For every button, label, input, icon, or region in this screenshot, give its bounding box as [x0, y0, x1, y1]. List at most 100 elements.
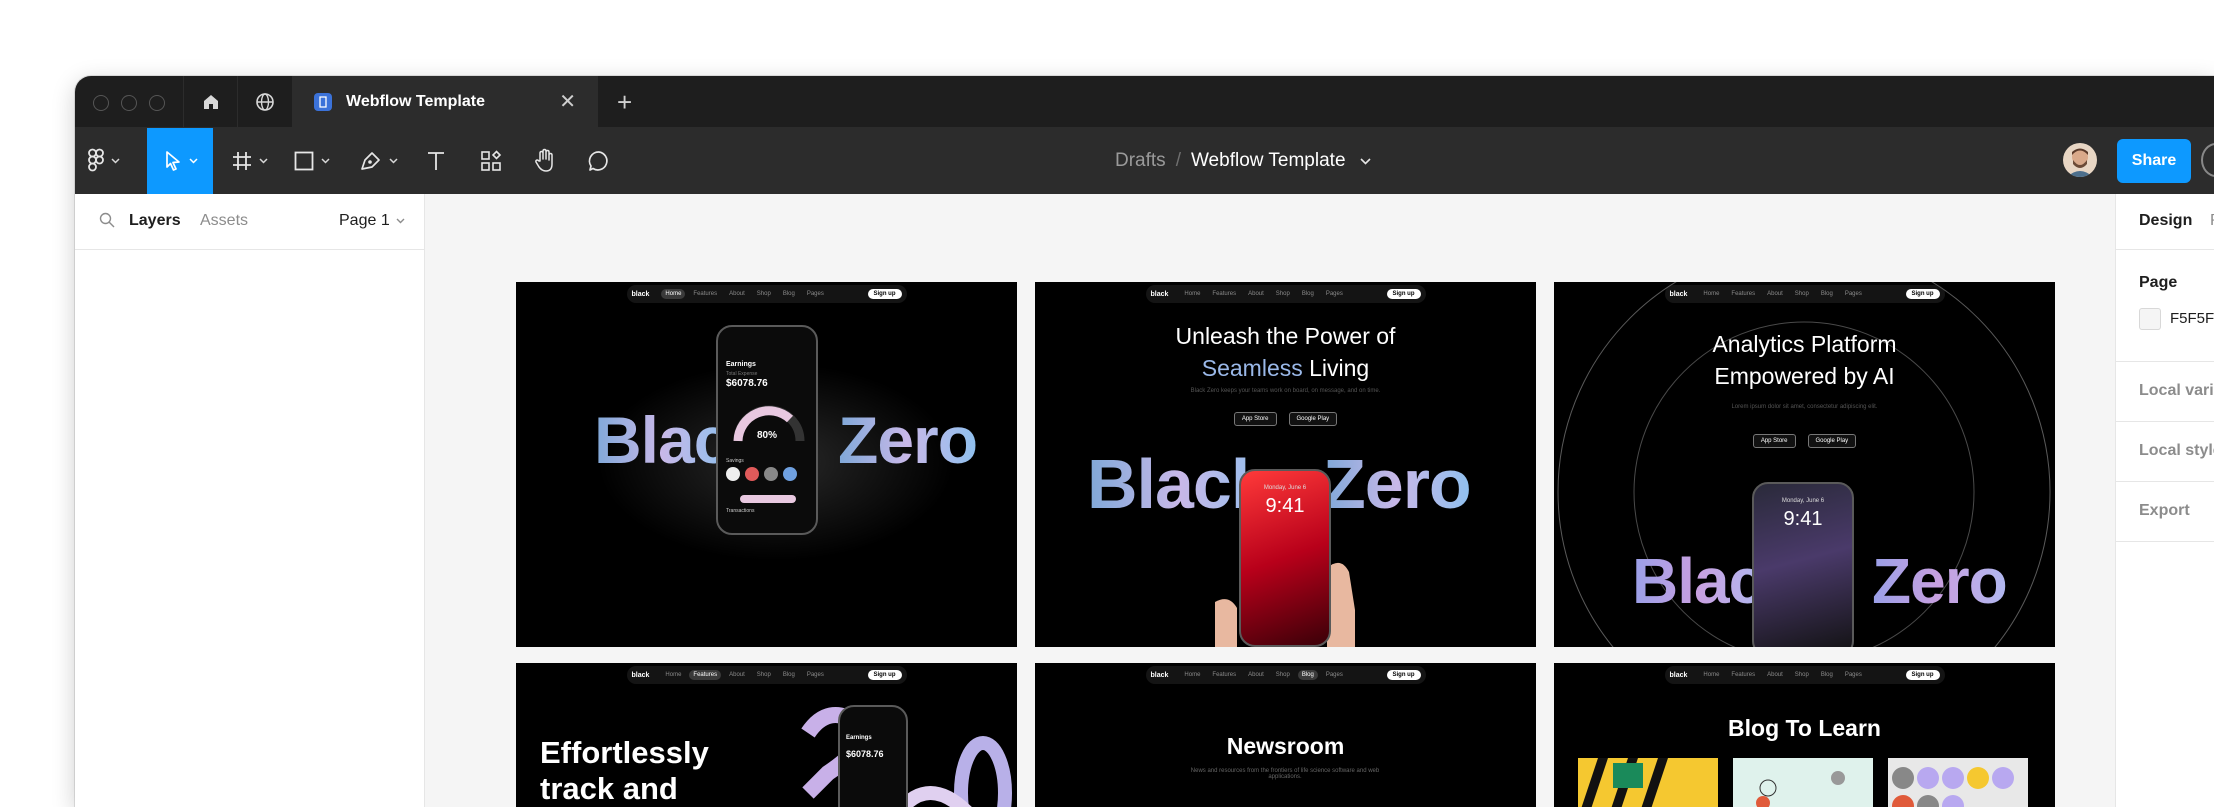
frame-nav-link: About	[729, 291, 745, 297]
tab-prototype[interactable]: P	[2210, 212, 2214, 230]
chevron-down-icon	[188, 158, 198, 164]
comment-tool-button[interactable]	[587, 128, 611, 194]
collaborator-avatar[interactable]	[2201, 143, 2214, 177]
maximize-window-button[interactable]	[149, 95, 165, 111]
close-window-button[interactable]	[93, 95, 109, 111]
brand-word-right: Zero	[838, 403, 978, 477]
tab-assets[interactable]: Assets	[200, 212, 248, 230]
google-play-badge: Google Play	[1807, 434, 1857, 448]
breadcrumb-file-name[interactable]: Webflow Template	[1191, 150, 1346, 172]
figma-window: Webflow Template ✕ + Drafts / Webflow Te…	[75, 76, 2214, 807]
frame-nav-logo: black	[1150, 671, 1169, 679]
brand-word-left: Blac	[1632, 545, 1764, 617]
globe-icon	[255, 93, 274, 111]
text-tool-button[interactable]	[425, 128, 447, 194]
canvas-frame-home-2[interactable]: black Home Features About Shop Blog Page…	[1035, 282, 1536, 647]
new-tab-button[interactable]: +	[617, 89, 632, 115]
chevron-down-icon	[321, 158, 330, 164]
blog-thumbnails	[1578, 758, 2028, 807]
features-headline: Effortlessly track and	[540, 735, 709, 807]
frame-nav-link: Home	[665, 672, 682, 678]
phone-mockup: Monday, June 6 9:41	[1752, 482, 1854, 647]
lock-time: 9:41	[1783, 508, 1823, 530]
local-styles-section[interactable]: Local style	[2116, 422, 2214, 482]
features-headline-line1: Effortlessly	[540, 735, 709, 770]
home-button[interactable]	[183, 76, 237, 128]
user-avatar[interactable]	[2063, 143, 2097, 177]
page-color-value[interactable]: F5F5F5	[2170, 310, 2214, 327]
export-label: Export	[2139, 502, 2190, 519]
phone-earnings-label: Earnings	[846, 735, 872, 741]
lock-date: Monday, June 6	[1263, 485, 1307, 491]
close-tab-icon[interactable]: ✕	[559, 92, 576, 112]
phone-mockup: Earnings $6078.76	[838, 705, 908, 807]
file-tab[interactable]: Webflow Template ✕	[292, 76, 598, 128]
frame-nav-link: Pages	[1325, 291, 1343, 297]
right-panel: Design P Page F5F5F5 Local varia Local s…	[2115, 194, 2214, 807]
frame-nav-link: Features	[1212, 291, 1237, 297]
left-panel: Layers Assets Page 1	[75, 194, 425, 807]
avatar-face-icon	[2067, 148, 2093, 177]
community-button[interactable]	[237, 76, 291, 128]
move-tool-button[interactable]	[147, 128, 213, 194]
frame-nav-link: Features	[1731, 672, 1756, 678]
frame-nav-link: About	[1248, 291, 1264, 297]
figma-file-icon	[314, 93, 332, 111]
page-color-swatch[interactable]	[2139, 308, 2161, 330]
phone-transactions-label: Transactions	[726, 508, 755, 514]
hero-subtitle: Black Zero keeps your teams work on boar…	[1190, 388, 1381, 394]
right-panel-tabs: Design P	[2116, 194, 2214, 250]
left-panel-tabs: Layers Assets Page 1	[75, 194, 424, 250]
hero-title-line1: Analytics Platform	[1712, 331, 1897, 357]
google-play-badge: Google Play	[1288, 412, 1338, 426]
chevron-down-icon[interactable]	[1359, 157, 1371, 165]
phone-pill	[740, 495, 796, 503]
chevron-down-icon	[396, 218, 405, 224]
frame-tool-button[interactable]	[231, 128, 268, 194]
breadcrumb-drafts-link[interactable]: Drafts	[1115, 150, 1166, 172]
tab-design[interactable]: Design	[2139, 212, 2192, 230]
page-selector[interactable]: Page 1	[339, 212, 405, 230]
file-tab-title: Webflow Template	[346, 93, 485, 110]
frame-nav-link: Home	[1703, 672, 1720, 678]
hero-title-line1: Unleash the Power of	[1175, 323, 1396, 349]
hero-title-line2: Seamless Living	[1035, 352, 1536, 384]
frame-nav-link: Pages	[806, 291, 824, 297]
rectangle-icon	[294, 151, 314, 171]
minimize-window-button[interactable]	[121, 95, 137, 111]
local-variables-section[interactable]: Local varia	[2116, 362, 2214, 422]
frame-nav-link: About	[729, 672, 745, 678]
frame-nav-link: Blog	[1820, 672, 1833, 678]
hand-tool-button[interactable]	[533, 128, 557, 194]
hero-title: Analytics Platform Empowered by AI	[1554, 328, 2055, 392]
hero-title-word: Living	[1309, 355, 1370, 381]
tab-layers[interactable]: Layers	[129, 212, 181, 230]
comment-bubble-icon	[588, 151, 608, 171]
canvas-frame-home-3[interactable]: black Home Features About Shop Blog Page…	[1554, 282, 2055, 647]
frame-nav-link: Features	[693, 291, 718, 297]
phone-earnings-sub: Total Expense	[726, 371, 758, 377]
canvas-frame-features[interactable]: black Home Features About Shop Blog Page…	[516, 663, 1017, 807]
shape-tool-button[interactable]	[293, 128, 330, 194]
canvas-frame-blog[interactable]: black Home Features About Shop Blog Page…	[1554, 663, 2055, 807]
frame-hash-icon	[233, 152, 251, 170]
chevron-down-icon	[389, 158, 398, 164]
store-buttons: App Store Google Play	[1554, 434, 2055, 448]
newsroom-subtitle: News and resources from the frontiers of…	[1190, 768, 1380, 780]
frame-nav-link: About	[1248, 672, 1264, 678]
search-icon[interactable]	[99, 212, 115, 228]
export-section[interactable]: Export	[2116, 482, 2214, 542]
local-styles-label: Local style	[2139, 442, 2214, 459]
frame-nav-link: Blog	[782, 672, 795, 678]
frame-nav-logo: black	[1150, 290, 1169, 298]
share-button[interactable]: Share	[2117, 139, 2191, 183]
canvas-frame-home-1[interactable]: black Home Features About Shop Blog Page…	[516, 282, 1017, 647]
resources-tool-button[interactable]	[479, 128, 503, 194]
frame-nav-signup: Sign up	[867, 289, 902, 299]
main-menu-button[interactable]	[87, 128, 120, 194]
tab-bar: Webflow Template ✕ +	[75, 76, 2214, 128]
canvas-frame-newsroom[interactable]: black Home Features About Shop Blog Page…	[1035, 663, 1536, 807]
frame-nav-link: Shop	[756, 291, 771, 297]
frame-nav-link: Pages	[1325, 672, 1343, 678]
pen-tool-button[interactable]	[359, 128, 398, 194]
